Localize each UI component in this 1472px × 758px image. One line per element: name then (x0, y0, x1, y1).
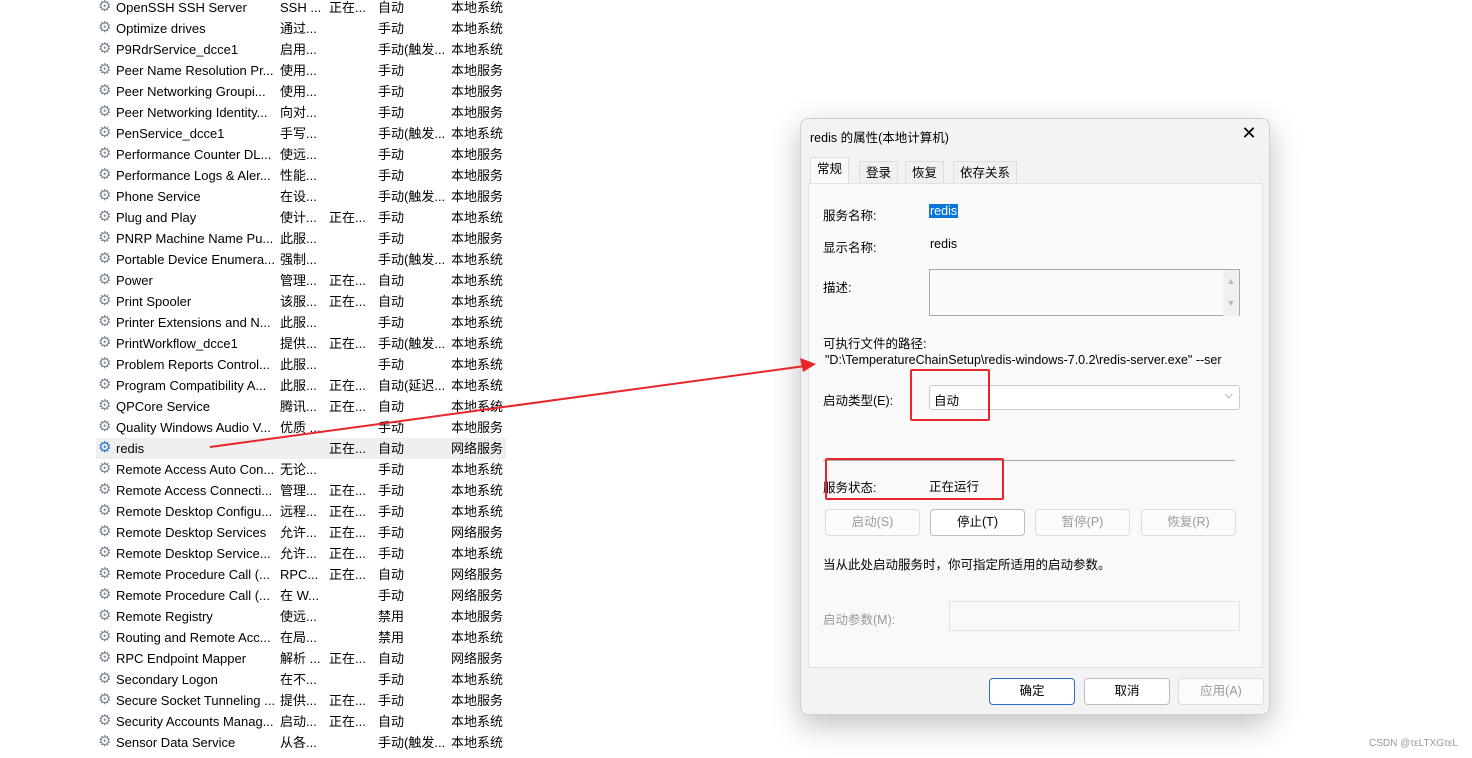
watermark: CSDN @τεLTXGτεL (1368, 738, 1458, 749)
arrow-line (209, 365, 806, 448)
arrow-head (800, 358, 816, 372)
annotation-arrow (209, 358, 816, 448)
